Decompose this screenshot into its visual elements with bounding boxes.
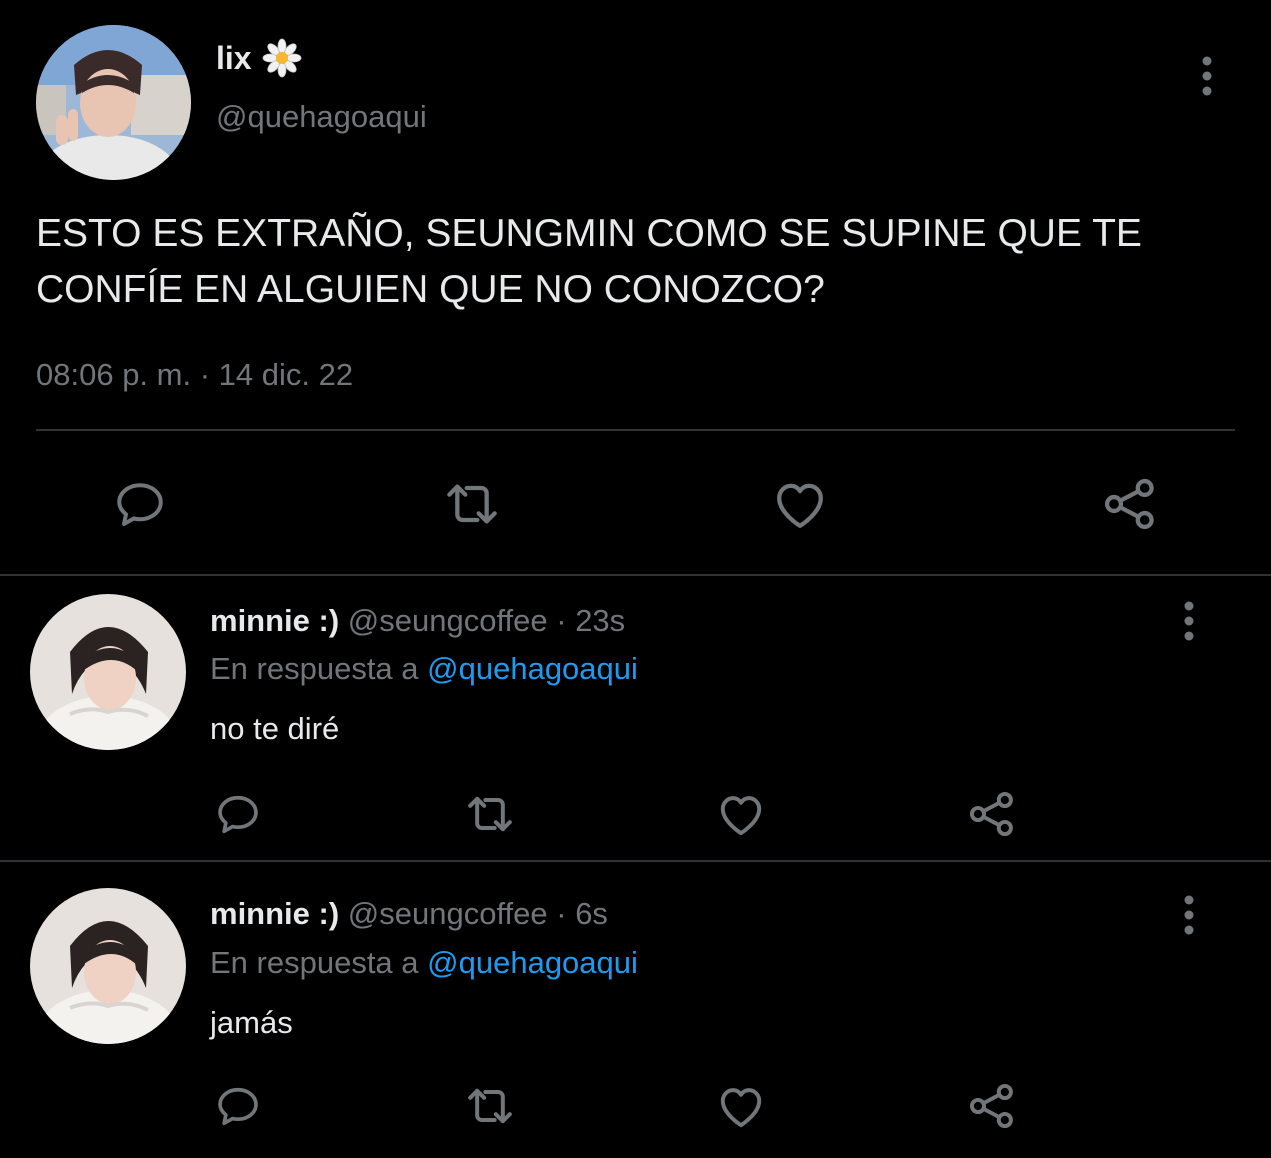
reply-author-handle[interactable]: @seungcoffee <box>348 896 548 931</box>
reply-header: minnie :) @seungcoffee · 6s <box>210 896 608 932</box>
retweet-icon[interactable] <box>462 786 518 842</box>
retweet-icon[interactable] <box>462 1078 518 1134</box>
divider <box>0 574 1271 576</box>
author-avatar[interactable] <box>36 25 191 180</box>
separator-dot: · <box>547 896 576 931</box>
divider <box>36 429 1235 431</box>
tweet-thread-page: lix @quehagoaqui ESTO ES EXTRAÑO, SEUNGM… <box>0 0 1271 1158</box>
separator-dot: · <box>547 603 576 638</box>
share-icon[interactable] <box>1098 472 1162 536</box>
more-options-icon[interactable] <box>1192 55 1222 97</box>
replying-to-label: En respuesta a <box>210 945 428 980</box>
divider <box>0 860 1271 862</box>
share-icon[interactable] <box>964 786 1020 842</box>
reply-text: no te diré <box>210 711 340 746</box>
reply-author-handle[interactable]: @seungcoffee <box>348 603 548 638</box>
retweet-icon[interactable] <box>440 472 504 536</box>
reply-author-name[interactable]: minnie :) <box>210 603 339 638</box>
more-options-icon[interactable] <box>1174 600 1204 642</box>
reply-header: minnie :) @seungcoffee · 23s <box>210 603 625 639</box>
reply-icon[interactable] <box>108 472 172 536</box>
replying-to-mention[interactable]: @quehagoaqui <box>427 945 638 980</box>
replying-to-mention[interactable]: @quehagoaqui <box>427 651 638 686</box>
tweet-text: ESTO ES EXTRAÑO, SEUNGMIN COMO SE SUPINE… <box>36 212 1142 311</box>
author-name[interactable]: lix <box>216 40 252 77</box>
daisy-icon <box>262 38 302 78</box>
tweet-timestamp[interactable]: 08:06 p. m. · 14 dic. 22 <box>36 357 353 393</box>
share-icon[interactable] <box>964 1078 1020 1134</box>
reply-text: jamás <box>210 1005 293 1040</box>
reply-avatar[interactable] <box>30 594 186 750</box>
reply-author-name[interactable]: minnie :) <box>210 896 339 931</box>
like-heart-icon[interactable] <box>713 1078 769 1134</box>
author-name-row[interactable]: lix <box>216 38 302 78</box>
more-options-icon[interactable] <box>1174 894 1204 936</box>
reply-time[interactable]: 23s <box>575 603 625 638</box>
like-heart-icon[interactable] <box>768 472 832 536</box>
reply-icon[interactable] <box>210 1078 266 1134</box>
reply-icon[interactable] <box>210 786 266 842</box>
author-handle[interactable]: @quehagoaqui <box>216 99 427 135</box>
reply-time[interactable]: 6s <box>575 896 608 931</box>
like-heart-icon[interactable] <box>713 786 769 842</box>
replying-to: En respuesta a @quehagoaqui <box>210 945 638 981</box>
reply-avatar[interactable] <box>30 888 186 1044</box>
replying-to: En respuesta a @quehagoaqui <box>210 651 638 687</box>
replying-to-label: En respuesta a <box>210 651 428 686</box>
